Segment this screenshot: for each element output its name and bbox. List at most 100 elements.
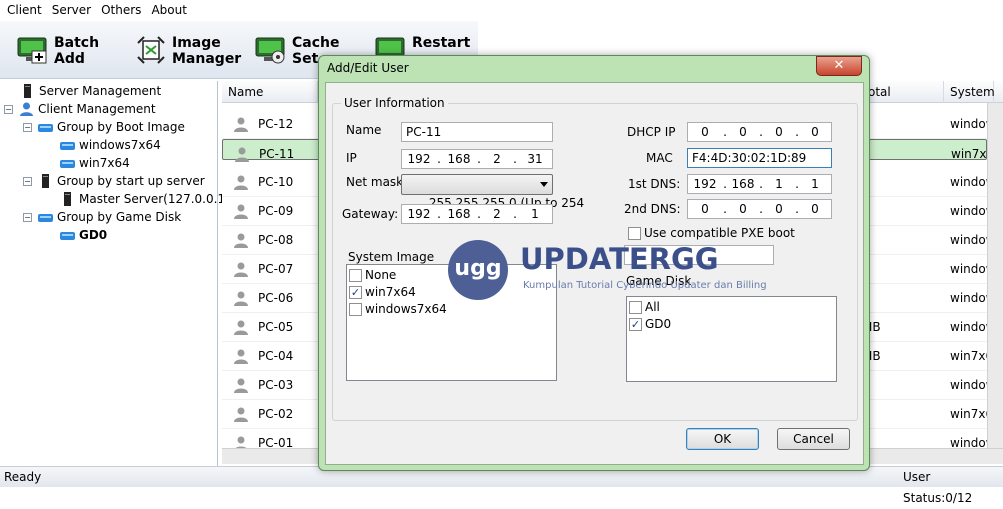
disk-icon: [38, 120, 53, 134]
row-name: PC-02: [258, 407, 294, 421]
list-item[interactable]: ✓ GD0: [629, 316, 671, 332]
collapse-toggle-icon[interactable]: −: [23, 212, 32, 222]
disk-icon: [60, 138, 75, 152]
row-name: PC-12: [258, 117, 294, 131]
ip-input[interactable]: 192. 168. 2. 31: [401, 149, 553, 169]
menu-bar: Client Server Others About: [0, 0, 1003, 21]
batch-add-button[interactable]: Batch Add: [16, 35, 99, 75]
disk-icon: [60, 156, 75, 170]
checkbox-icon: [349, 302, 362, 316]
pxe-boot-checkbox[interactable]: Use compatible PXE boot: [628, 225, 795, 241]
gateway-label: Gateway:: [342, 207, 399, 221]
cancel-button[interactable]: Cancel: [777, 428, 850, 450]
disk-icon: [60, 228, 75, 242]
tree-boot-image-win7x64[interactable]: win7x64: [60, 154, 130, 172]
second-dns-input[interactable]: 0. 0. 0. 0: [687, 199, 832, 219]
mac-label: MAC: [646, 151, 673, 165]
ok-button[interactable]: OK: [686, 428, 759, 450]
game-disk-list: All ✓ GD0: [626, 296, 837, 382]
user-icon: [234, 262, 248, 277]
user-icon: [235, 147, 249, 162]
watermark-subtitle: Kumpulan Tutorial Cyberindo Updater dan …: [523, 280, 767, 291]
vertical-scrollbar[interactable]: [987, 103, 1003, 448]
gateway-input[interactable]: 192. 168. 2. 1: [401, 204, 553, 224]
user-icon: [234, 407, 248, 422]
watermark: ugg UPDATERGG Kumpulan Tutorial Cyberind…: [448, 240, 778, 304]
list-item[interactable]: ✓ win7x64: [349, 284, 416, 300]
user-icon: [234, 320, 248, 335]
watermark-logo: ugg: [448, 240, 508, 300]
row-name: PC-10: [258, 175, 294, 189]
image-manager-label: Image Manager: [172, 35, 242, 67]
mac-input[interactable]: F4:4D:30:02:1D:89: [687, 148, 832, 168]
dropdown-arrow-icon: [540, 182, 548, 187]
name-input[interactable]: PC-11: [401, 122, 553, 142]
tree-client-management[interactable]: − Client Management: [4, 100, 156, 118]
dhcp-ip-input[interactable]: 0. 0. 0. 0: [687, 122, 832, 142]
user-icon: [234, 349, 248, 364]
navigation-tree: Server Management − Client Management − …: [0, 81, 230, 466]
checkbox-icon: [349, 268, 362, 282]
user-icon: [19, 102, 34, 116]
status-text: Ready: [4, 470, 42, 484]
tree-game-disk-gd0[interactable]: GD0: [60, 226, 107, 244]
checkbox-icon: ✓: [629, 317, 642, 331]
checkbox-icon: ✓: [349, 285, 362, 299]
row-name: PC-08: [258, 233, 294, 247]
tree-group-game-disk[interactable]: − Group by Game Disk: [23, 208, 181, 226]
name-label: Name: [346, 123, 382, 137]
tree-server-management[interactable]: Server Management: [20, 82, 161, 100]
user-icon: [234, 204, 248, 219]
disk-image-icon: [134, 35, 168, 65]
monitor-add-icon: [16, 35, 50, 65]
menu-client[interactable]: Client: [2, 0, 47, 21]
menu-others[interactable]: Others: [96, 0, 146, 21]
ip-label: IP: [346, 151, 357, 165]
checkbox-icon: [628, 226, 641, 240]
column-header-name[interactable]: Name: [222, 81, 318, 103]
tree-group-boot-image[interactable]: − Group by Boot Image: [23, 118, 185, 136]
restart-label: Restart: [412, 35, 471, 51]
user-icon: [234, 291, 248, 306]
first-dns-input[interactable]: 192. 168. 1. 1: [687, 174, 832, 194]
list-item[interactable]: None: [349, 267, 396, 283]
netmask-label: Net mask: [346, 175, 404, 189]
row-name: PC-05: [258, 320, 294, 334]
system-image-label: System Image: [348, 250, 435, 264]
monitor-settings-icon: [254, 35, 288, 65]
column-header-total[interactable]: otal: [862, 81, 944, 103]
first-dns-label: 1st DNS:: [628, 177, 681, 191]
server-icon: [20, 84, 35, 98]
row-name: PC-04: [258, 349, 294, 363]
server-icon: [60, 192, 75, 206]
column-header-system[interactable]: System: [944, 81, 995, 103]
collapse-toggle-icon[interactable]: −: [23, 176, 32, 186]
disk-icon: [38, 210, 53, 224]
user-icon: [234, 117, 248, 132]
dhcp-ip-label: DHCP IP: [627, 125, 676, 139]
user-information-legend: User Information: [341, 96, 448, 110]
user-status: User Status:0/12: [903, 470, 973, 505]
watermark-title: UPDATERGG: [520, 242, 719, 276]
user-icon: [234, 233, 248, 248]
user-icon: [234, 378, 248, 393]
menu-server[interactable]: Server: [47, 0, 96, 21]
row-name: PC-06: [258, 291, 294, 305]
collapse-toggle-icon[interactable]: −: [4, 104, 13, 114]
tree-boot-image-windows7x64[interactable]: windows7x64: [60, 136, 161, 154]
tree-master-server[interactable]: Master Server(127.0.0.1): [60, 190, 230, 208]
dialog-title: Add/Edit User: [327, 61, 409, 75]
tree-group-startup-server[interactable]: − Group by start up server: [23, 172, 205, 190]
row-name: PC-11: [259, 147, 295, 161]
collapse-toggle-icon[interactable]: −: [23, 122, 32, 132]
image-manager-button[interactable]: Image Manager: [134, 35, 241, 75]
close-button[interactable]: ✕: [816, 56, 862, 76]
close-icon: ✕: [833, 58, 845, 73]
batch-add-label: Batch Add: [54, 35, 100, 67]
list-item[interactable]: windows7x64: [349, 301, 447, 317]
row-name: PC-03: [258, 378, 294, 392]
netmask-select[interactable]: 255.255.255.0 (Up to 254: [401, 174, 584, 210]
menu-about[interactable]: About: [146, 0, 191, 21]
row-name: PC-09: [258, 204, 294, 218]
row-name: PC-07: [258, 262, 294, 276]
